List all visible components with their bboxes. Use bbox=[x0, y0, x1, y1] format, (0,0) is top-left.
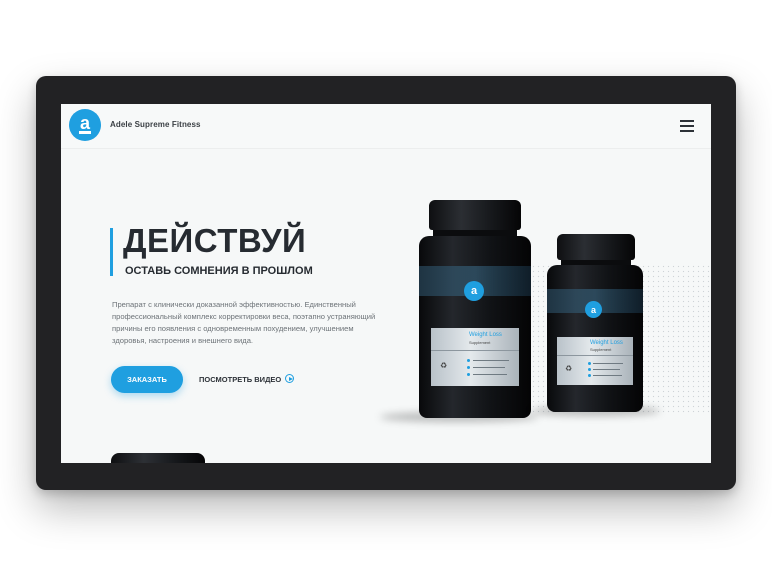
label-line bbox=[473, 367, 505, 369]
title-accent-bar bbox=[110, 228, 113, 276]
recycle-icon: ♻ bbox=[565, 364, 573, 373]
next-section-jar-lid bbox=[111, 453, 205, 463]
product-jar-small: a Weight Loss Supplement ♻ bbox=[532, 234, 660, 416]
label-line bbox=[593, 369, 620, 371]
jar-logo: a bbox=[464, 281, 484, 301]
watch-video-link[interactable]: ПОСМОТРЕТЬ ВИДЕО bbox=[199, 375, 281, 384]
label-bullet bbox=[467, 373, 470, 376]
menu-line bbox=[680, 120, 694, 122]
website-screen: a Adele Supreme Fitness ДЕЙСТВУЙ ОСТАВЬ … bbox=[61, 104, 711, 463]
hero-title: ДЕЙСТВУЙ bbox=[123, 222, 307, 259]
brand-name[interactable]: Adele Supreme Fitness bbox=[110, 120, 201, 129]
label-divider bbox=[431, 350, 519, 351]
menu-icon[interactable] bbox=[680, 120, 694, 132]
hero-subtitle: ОСТАВЬ СОМНЕНИЯ В ПРОШЛОМ bbox=[125, 265, 313, 277]
label-bullet bbox=[588, 374, 591, 377]
label-divider bbox=[557, 355, 633, 356]
label-subtitle: Supplement bbox=[590, 347, 612, 352]
label-bullet bbox=[467, 366, 470, 369]
hero-description: Препарат с клинически доказанной эффекти… bbox=[112, 300, 376, 345]
logo-letter: a bbox=[79, 113, 90, 133]
label-line bbox=[593, 375, 622, 377]
jar-logo: a bbox=[585, 301, 602, 318]
menu-line bbox=[680, 130, 694, 132]
jar-label: Weight Loss Supplement ♻ bbox=[431, 328, 519, 386]
label-line bbox=[593, 363, 623, 365]
label-line bbox=[473, 360, 509, 362]
play-icon[interactable] bbox=[285, 374, 294, 383]
jar-body: a Weight Loss Supplement ♻ bbox=[419, 236, 531, 418]
label-title: Weight Loss bbox=[590, 340, 623, 346]
label-bullet bbox=[588, 368, 591, 371]
jar-label: Weight Loss Supplement ♻ bbox=[557, 337, 633, 385]
device-frame: a Adele Supreme Fitness ДЕЙСТВУЙ ОСТАВЬ … bbox=[36, 76, 736, 490]
order-button[interactable]: ЗАКАЗАТЬ bbox=[111, 366, 183, 393]
label-title: Weight Loss bbox=[469, 332, 502, 338]
logo-underline bbox=[79, 131, 91, 134]
brand-logo[interactable]: a bbox=[69, 109, 101, 141]
label-subtitle: Supplement bbox=[469, 340, 491, 345]
jar-body: a Weight Loss Supplement ♻ bbox=[547, 265, 643, 412]
menu-line bbox=[680, 125, 694, 127]
site-header: a Adele Supreme Fitness bbox=[61, 104, 711, 149]
label-bullet bbox=[467, 359, 470, 362]
recycle-icon: ♻ bbox=[440, 361, 448, 370]
jar-lid bbox=[557, 234, 635, 260]
label-line bbox=[473, 374, 507, 376]
jar-lid bbox=[429, 200, 521, 230]
product-jar-large: a Weight Loss Supplement ♻ bbox=[380, 200, 538, 422]
label-bullet bbox=[588, 362, 591, 365]
